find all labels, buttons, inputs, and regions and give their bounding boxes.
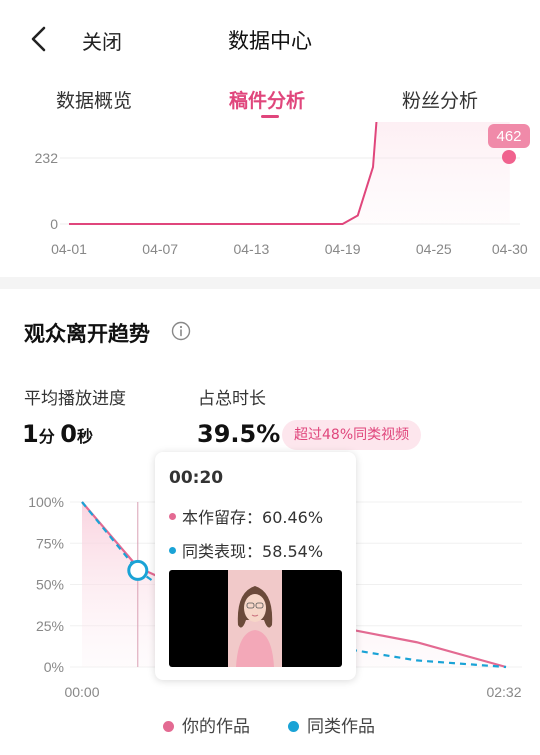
own-legend-icon — [163, 721, 174, 732]
y-tick-label: 25% — [36, 618, 64, 634]
tooltip-own-row: 本作留存：60.46% — [169, 504, 323, 528]
y-tick-label: 0 — [50, 216, 58, 232]
legend-own-label: 你的作品 — [182, 717, 250, 737]
section-divider — [0, 277, 540, 289]
tab-content-analysis[interactable]: 稿件分析 — [229, 86, 305, 113]
video-frame-thumbnail[interactable] — [169, 570, 342, 667]
tooltip-peer-row: 同类表现：58.54% — [169, 538, 323, 562]
tooltip-peer-label: 同类表现： — [182, 542, 263, 561]
x-tick-label: 04-13 — [233, 241, 269, 257]
share-value-text: 39.5% — [197, 420, 281, 448]
play-trend-chart: 023246404-0104-0704-1304-1904-2504-30 46… — [0, 122, 540, 272]
y-tick-label: 75% — [36, 535, 64, 551]
comparison-badge: 超过48%同类视频 — [282, 420, 422, 450]
avg-minutes: 1 — [22, 420, 39, 448]
x-tick-start: 00:00 — [64, 684, 99, 700]
tooltip-own-value: 60.46% — [262, 508, 324, 527]
legend-peer[interactable]: 同类作品 — [288, 712, 375, 737]
peak-point — [502, 150, 516, 164]
tooltip-time: 00:20 — [169, 468, 224, 488]
tab-bar: 数据概览 稿件分析 粉丝分析 — [0, 76, 540, 122]
x-tick-end: 02:32 — [486, 684, 521, 700]
x-tick-label: 04-01 — [51, 241, 87, 257]
tab-fan-analysis[interactable]: 粉丝分析 — [402, 86, 478, 113]
y-tick-label: 0% — [44, 659, 64, 675]
tooltip-peer-value: 58.54% — [262, 542, 324, 561]
retention-tooltip: 00:20 本作留存：60.46% 同类表现：58.54% — [155, 452, 356, 680]
header: 关闭 数据中心 — [0, 0, 540, 76]
legend-own[interactable]: 你的作品 — [163, 712, 250, 737]
y-tick-label: 232 — [35, 150, 59, 166]
peer-legend-icon — [288, 721, 299, 732]
play-trend-svg: 023246404-0104-0704-1304-1904-2504-30 46… — [35, 122, 530, 257]
peak-callout-label: 462 — [496, 128, 521, 145]
share-value: 39.5% — [197, 420, 280, 448]
legend-peer-label: 同类作品 — [307, 717, 375, 737]
y-tick-label: 50% — [36, 577, 64, 593]
tab-data-overview[interactable]: 数据概览 — [56, 86, 132, 113]
x-tick-label: 04-19 — [325, 241, 361, 257]
share-label: 占总时长 — [198, 389, 266, 409]
minute-unit: 分 — [38, 427, 55, 446]
y-tick-label: 100% — [28, 494, 64, 510]
info-icon[interactable] — [171, 321, 191, 341]
person-thumbnail-icon — [228, 570, 282, 667]
x-tick-label: 04-07 — [142, 241, 178, 257]
own-dot-icon — [169, 513, 176, 520]
avg-progress-value: 1分 0秒 — [22, 420, 93, 448]
tooltip-own-label: 本作留存： — [182, 508, 263, 527]
play-trend-area — [69, 122, 510, 224]
second-unit: 秒 — [77, 427, 94, 446]
page-title: 数据中心 — [228, 29, 312, 53]
x-tick-label: 04-30 — [492, 241, 528, 257]
active-tab-indicator — [261, 115, 279, 118]
peer-dot-icon — [169, 547, 176, 554]
avg-seconds: 0 — [60, 420, 77, 448]
avg-progress-label: 平均播放进度 — [24, 389, 126, 409]
x-tick-label: 04-25 — [416, 241, 452, 257]
section-title: 观众离开趋势 — [24, 322, 150, 346]
hover-marker — [127, 559, 149, 581]
